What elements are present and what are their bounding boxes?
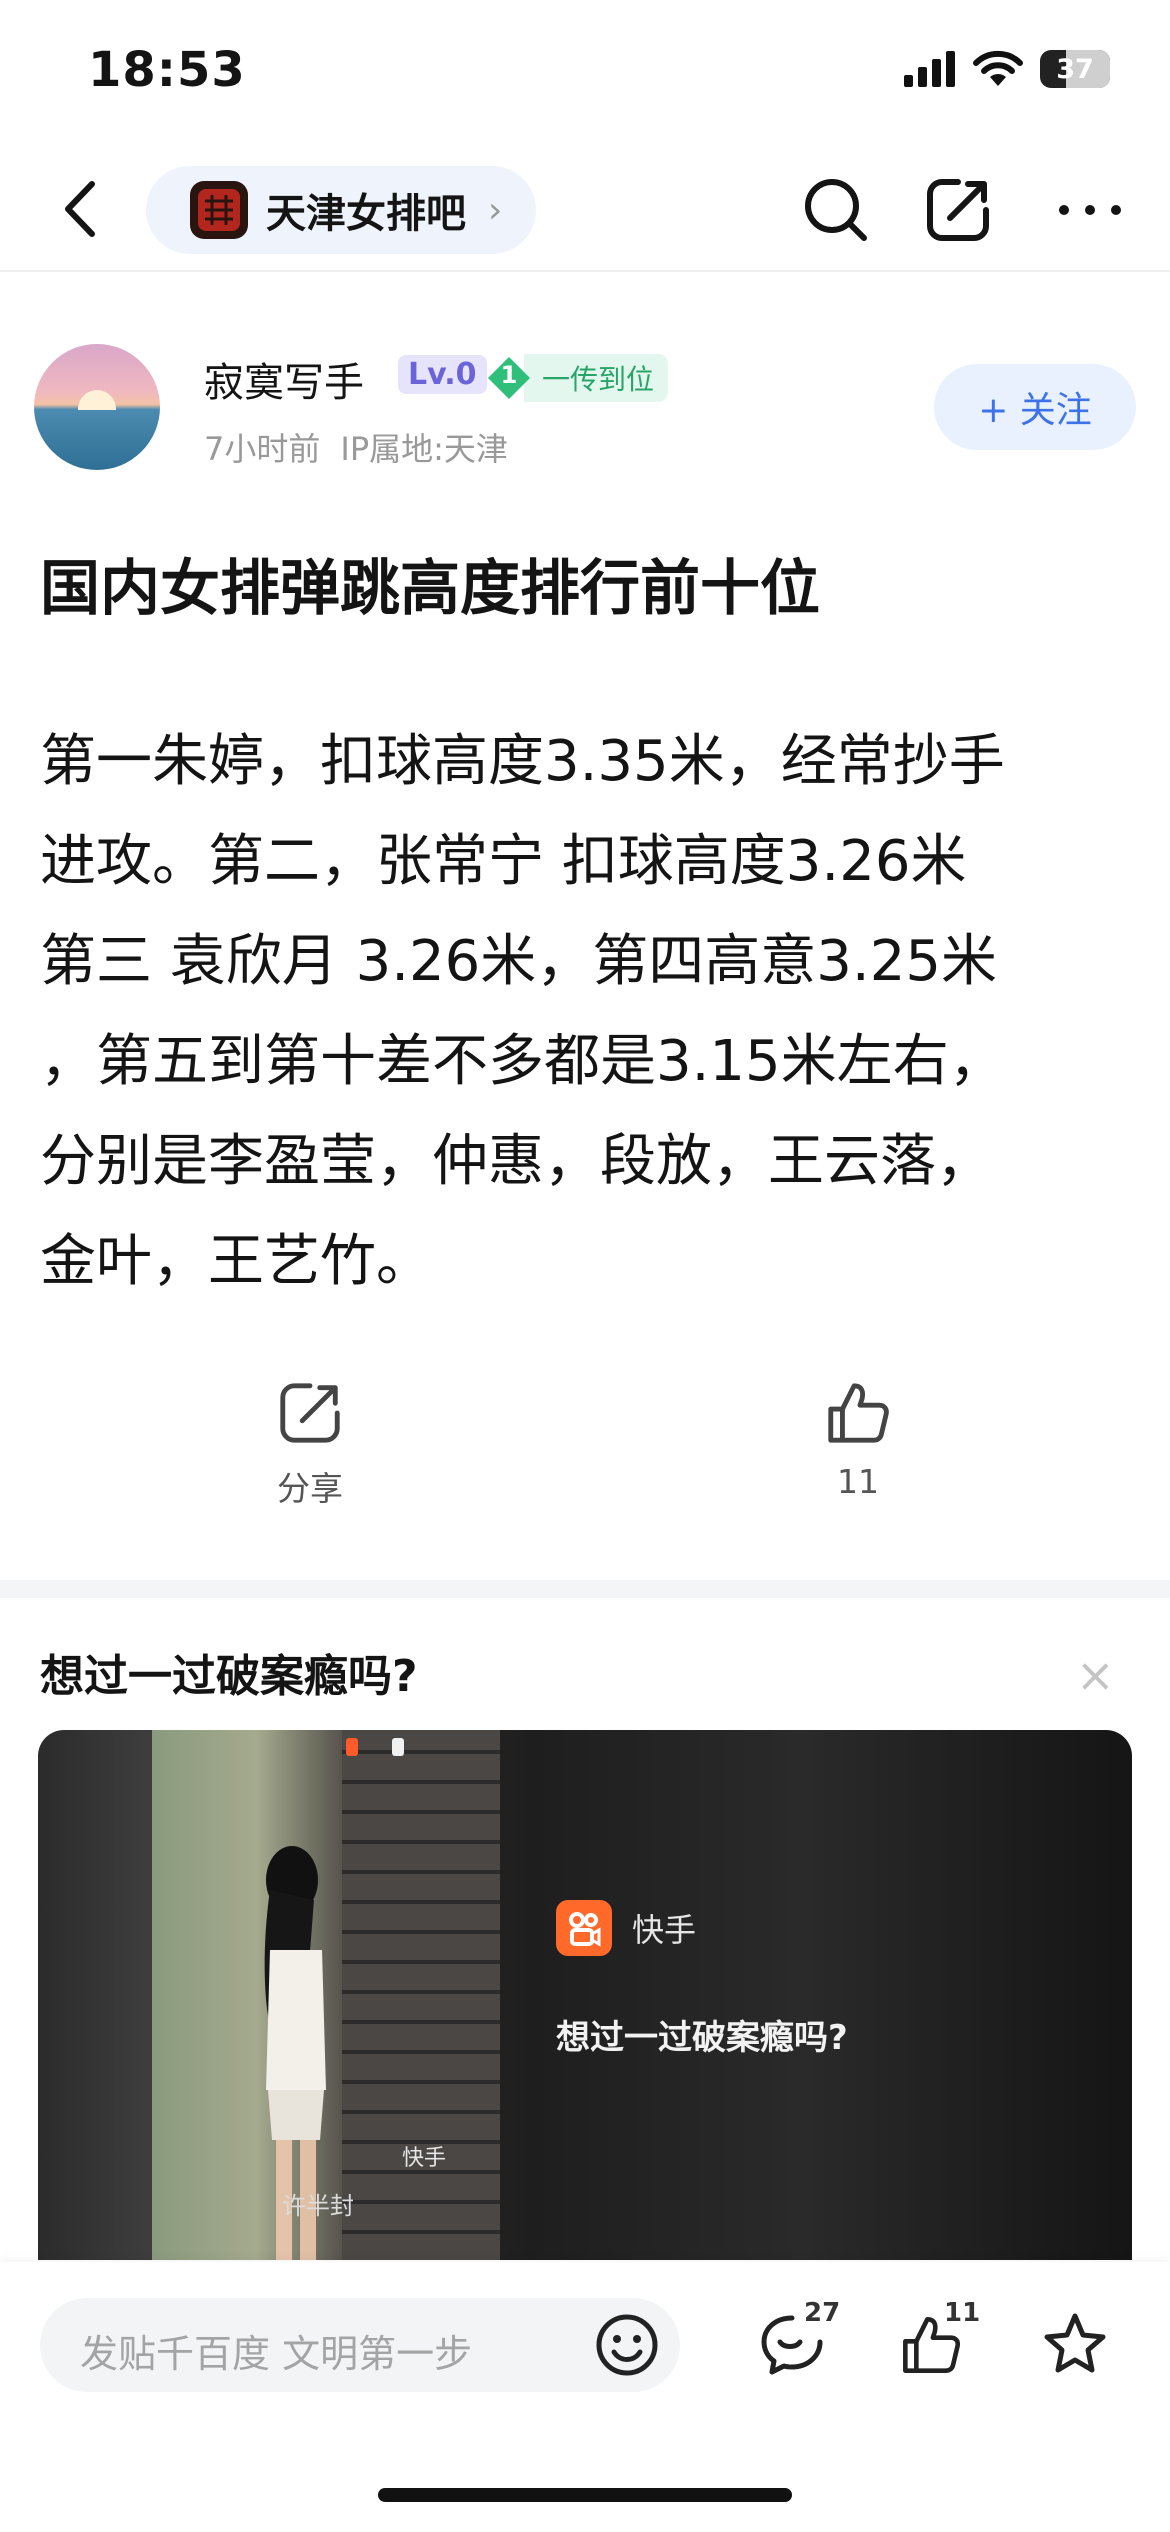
emoji-icon [596,2314,658,2376]
search-icon [805,179,867,241]
chevron-right-icon: › [488,189,503,231]
like-action[interactable]: 11 [758,1378,958,1501]
body-line: 第一朱婷，扣球高度3.35米，经常抄手 [40,729,1005,794]
back-button[interactable] [50,174,110,244]
honor-badge: 1 一传到位 [486,354,669,402]
ad-video-frame: 快手 许半封 [152,1730,500,2260]
bar-like-count: 11 [944,2298,981,2328]
battery-level: 37 [1056,53,1094,85]
close-icon[interactable]: × [1076,1648,1115,1702]
post-body: 第一朱婷，扣球高度3.35米，经常抄手 进攻。第二，张常宁 扣球高度3.26米 … [40,712,1140,1312]
more-button[interactable] [1050,170,1130,250]
author-name[interactable]: 寂寞写手 [204,350,364,408]
comment-count: 27 [804,2298,841,2328]
level-badge: Lv.0 [398,355,487,394]
section-separator [0,1580,1170,1598]
forum-logo [190,181,248,239]
status-time: 18:53 [88,42,246,98]
like-button[interactable]: 11 [886,2298,980,2390]
signal-icon [904,51,955,87]
share-icon [927,179,989,241]
nav-bar: 天津女排吧 › [0,150,1170,270]
body-line: ，第五到第十差不多都是3.15米左右， [40,1029,1005,1094]
wifi-icon [973,50,1023,86]
ad-watermark-user: 许半封 [282,2192,354,2220]
star-icon [1044,2313,1106,2373]
ip-location: IP属地:天津 [340,430,508,468]
ad-tag [346,1738,358,1756]
follow-button[interactable]: + 关注 [934,364,1136,450]
body-line: 进攻。第二，张常宁 扣球高度3.26米 [40,829,967,894]
ad-watermark-brand: 快手 [402,2146,447,2171]
thumb-up-icon [828,1383,889,1443]
chevron-left-icon [65,181,95,237]
ad-brand-name: 快手 [632,1911,697,1949]
share-icon [280,1383,340,1443]
body-line: 金叶，王艺竹。 [40,1229,432,1294]
share-button[interactable] [918,170,998,250]
ad-brand: 快手 [556,1900,696,1956]
nav-divider [0,270,1170,272]
battery-indicator: 37 [1040,50,1110,88]
honor-text: 一传到位 [524,354,669,402]
reply-input[interactable]: 发贴千百度 文明第一步 [40,2298,680,2392]
share-label: 分享 [277,1469,343,1508]
avatar[interactable] [34,344,160,470]
ad-tag-secondary [392,1738,404,1756]
forum-name: 天津女排吧 [266,191,466,237]
home-indicator [378,2488,792,2502]
reply-placeholder: 发贴千百度 文明第一步 [80,2332,473,2376]
search-button[interactable] [796,170,876,250]
body-line: 分别是李盈莹，仲惠，段放，王云落， [40,1129,992,1194]
ad-title[interactable]: 想过一过破案瘾吗? [40,1640,418,1704]
favorite-button[interactable] [1030,2300,1120,2390]
post-meta: 7小时前 IP属地:天津 [204,424,508,470]
ad-video[interactable]: 快手 许半封 快手 想过一过破案瘾吗? [38,1730,1132,2260]
post-title: 国内女排弹跳高度排行前十位 [40,554,820,624]
gem-icon: 1 [486,355,532,401]
comment-button[interactable]: 27 [748,2298,841,2390]
post-time: 7小时前 [204,430,321,468]
ad-caption: 想过一过破案瘾吗? [556,2018,848,2058]
more-icon [1059,205,1121,215]
honor-number: 1 [500,361,518,389]
body-line: 第三 袁欣月 3.26米，第四高意3.25米 [40,929,997,994]
forum-pill[interactable]: 天津女排吧 › [146,166,537,254]
like-count: 11 [837,1462,879,1501]
share-action[interactable]: 分享 [210,1378,410,1510]
emoji-button[interactable] [592,2310,662,2380]
kuaishou-logo-icon [556,1900,612,1956]
status-icons: 37 [904,50,1110,88]
